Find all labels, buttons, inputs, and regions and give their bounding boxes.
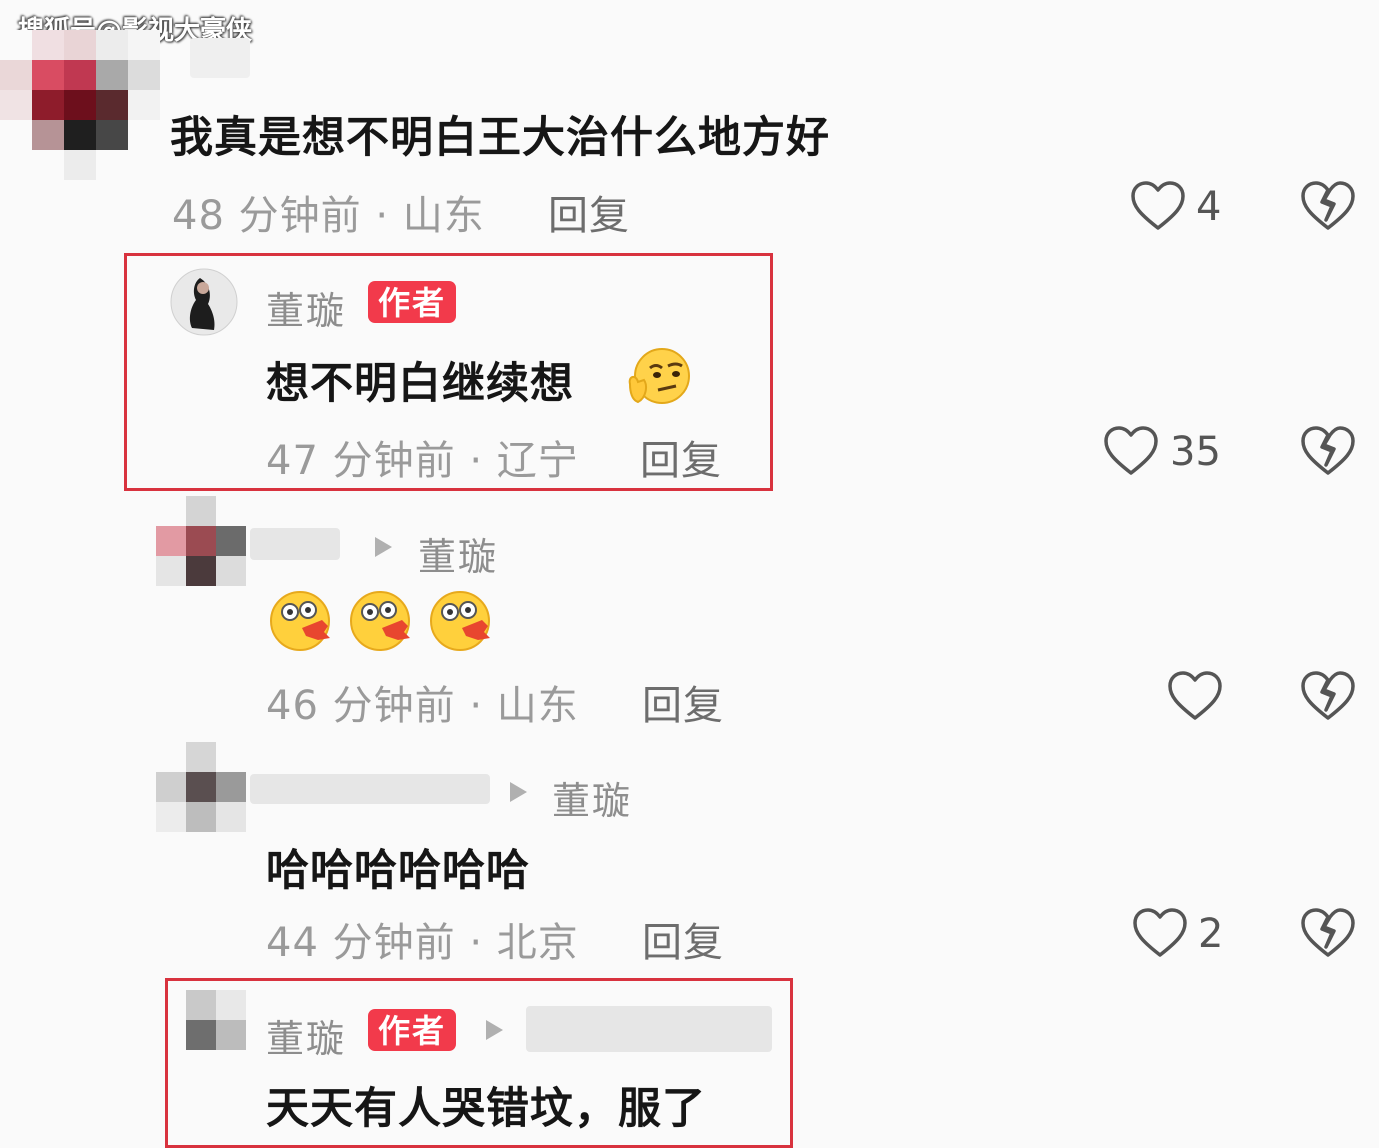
reply-to-name[interactable]: 董璇 [418,526,498,581]
broken-heart-icon[interactable] [1300,907,1356,959]
reply-button[interactable]: 回复 [642,673,724,731]
broken-heart-icon[interactable] [1300,425,1356,477]
reply-to-name[interactable]: 董璇 [552,770,632,825]
comment-meta: 47 分钟前 · 辽宁 [266,438,579,484]
reply-button[interactable]: 回复 [640,428,722,486]
comment-text: 哈哈哈哈哈哈 [266,846,530,896]
emoji-row [266,590,506,654]
play-triangle-icon [486,1020,503,1040]
author-name[interactable]: 董璇 [266,280,346,335]
comment-meta: 48 分钟前 · 山东 [172,193,485,239]
surprised-face-emoji [430,591,490,651]
heart-outline-icon[interactable] [1130,180,1186,232]
username-blurred [526,1006,772,1052]
surprised-face-emoji [270,591,330,651]
broken-heart-icon[interactable] [1300,670,1356,722]
like-count: 2 [1198,911,1224,957]
avatar[interactable] [156,742,248,834]
reply-button[interactable]: 回复 [642,910,724,968]
like-count: 4 [1196,184,1222,230]
broken-heart-icon[interactable] [1300,180,1356,232]
author-name[interactable]: 董璇 [266,1008,346,1063]
heart-outline-icon[interactable] [1167,670,1223,722]
avatar[interactable] [186,990,248,1052]
username-blurred [190,38,250,78]
surprised-face-emoji [350,591,410,651]
comment-text: 天天有人哭错坟，服了 [266,1084,706,1134]
avatar[interactable] [156,496,248,588]
author-badge: 作者 [368,1009,457,1051]
like-count: 35 [1170,429,1221,475]
play-triangle-icon [510,782,527,802]
heart-outline-icon[interactable] [1103,425,1159,477]
thinking-face-emoji [628,348,690,404]
author-avatar[interactable] [170,268,238,336]
username-blurred [250,528,340,560]
comment-meta: 44 分钟前 · 北京 [266,920,579,966]
avatar[interactable] [0,30,160,180]
reply-button[interactable]: 回复 [548,183,630,241]
heart-outline-icon[interactable] [1132,907,1188,959]
username-blurred [250,774,490,804]
comment-meta: 46 分钟前 · 山东 [266,683,579,729]
comment-text: 想不明白继续想 [266,359,574,409]
comment-text: 我真是想不明白王大治什么地方好 [170,113,830,163]
author-badge: 作者 [368,281,457,323]
play-triangle-icon [375,537,392,557]
